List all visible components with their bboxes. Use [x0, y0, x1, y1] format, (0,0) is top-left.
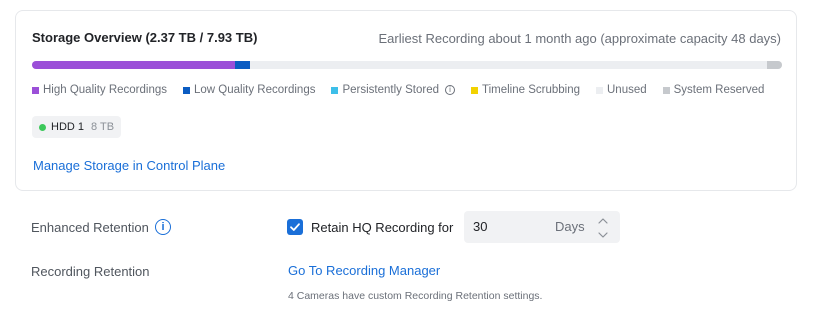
legend-swatch — [331, 86, 339, 94]
drive-chip: HDD 1 8 TB — [32, 116, 122, 138]
storage-usage-bar — [32, 61, 782, 69]
legend-item-timeline-scrubbing: Timeline Scrubbing — [470, 84, 580, 96]
days-stepper[interactable] — [593, 214, 613, 240]
drive-status-dot — [39, 123, 46, 131]
retention-days-input[interactable]: 30 Days — [464, 211, 620, 243]
earliest-recording-text: Earliest Recording about 1 month ago (ap… — [378, 31, 782, 46]
legend-swatch — [596, 86, 603, 94]
manage-storage-link[interactable]: Manage Storage in Control Plane — [33, 158, 225, 173]
retention-days-unit: Days — [555, 219, 585, 234]
legend-label: Low Quality Recordings — [194, 84, 316, 96]
storage-legend: High Quality Recordings Low Quality Reco… — [32, 82, 792, 98]
legend-label: System Reserved — [673, 84, 765, 96]
low-quality-segment — [234, 61, 250, 69]
high-quality-segment — [32, 61, 235, 69]
legend-item-persistently-stored: Persistently Stored i — [331, 84, 455, 96]
legend-item-high-quality: High Quality Recordings — [32, 84, 167, 96]
checkmark-icon — [290, 223, 300, 231]
retention-days-value[interactable]: 30 — [473, 219, 487, 234]
legend-item-low-quality: Low Quality Recordings — [183, 84, 315, 96]
legend-label: Unused — [607, 84, 647, 96]
storage-title: Storage Overview (2.37 TB / 7.93 TB) — [32, 30, 258, 45]
legend-swatch — [183, 86, 191, 94]
retain-hq-label: Retain HQ Recording for — [311, 220, 454, 235]
info-icon[interactable]: i — [155, 219, 171, 235]
storage-overview-card: Storage Overview (2.37 TB / 7.93 TB) Ear… — [15, 10, 797, 191]
retain-hq-checkbox[interactable] — [287, 219, 303, 235]
legend-label: Timeline Scrubbing — [481, 84, 580, 96]
drive-name: HDD 1 — [51, 121, 85, 133]
go-to-recording-manager-link[interactable]: Go To Recording Manager — [288, 263, 440, 278]
legend-label: High Quality Recordings — [43, 84, 168, 96]
legend-swatch — [662, 86, 670, 94]
legend-label: Persistently Stored — [342, 84, 439, 96]
legend-item-system-reserved: System Reserved — [662, 84, 765, 96]
legend-item-unused: Unused — [596, 84, 647, 96]
chevron-down-icon[interactable] — [593, 228, 613, 240]
info-icon[interactable]: i — [444, 85, 455, 95]
recording-retention-label: Recording Retention — [31, 264, 150, 279]
chevron-up-icon[interactable] — [593, 214, 613, 226]
drive-size: 8 TB — [91, 121, 115, 133]
system-reserved-segment — [767, 61, 782, 69]
enhanced-retention-label: Enhanced Retention — [31, 220, 149, 235]
legend-swatch — [470, 86, 478, 94]
custom-retention-note: 4 Cameras have custom Recording Retentio… — [288, 290, 543, 302]
legend-swatch — [32, 86, 39, 94]
